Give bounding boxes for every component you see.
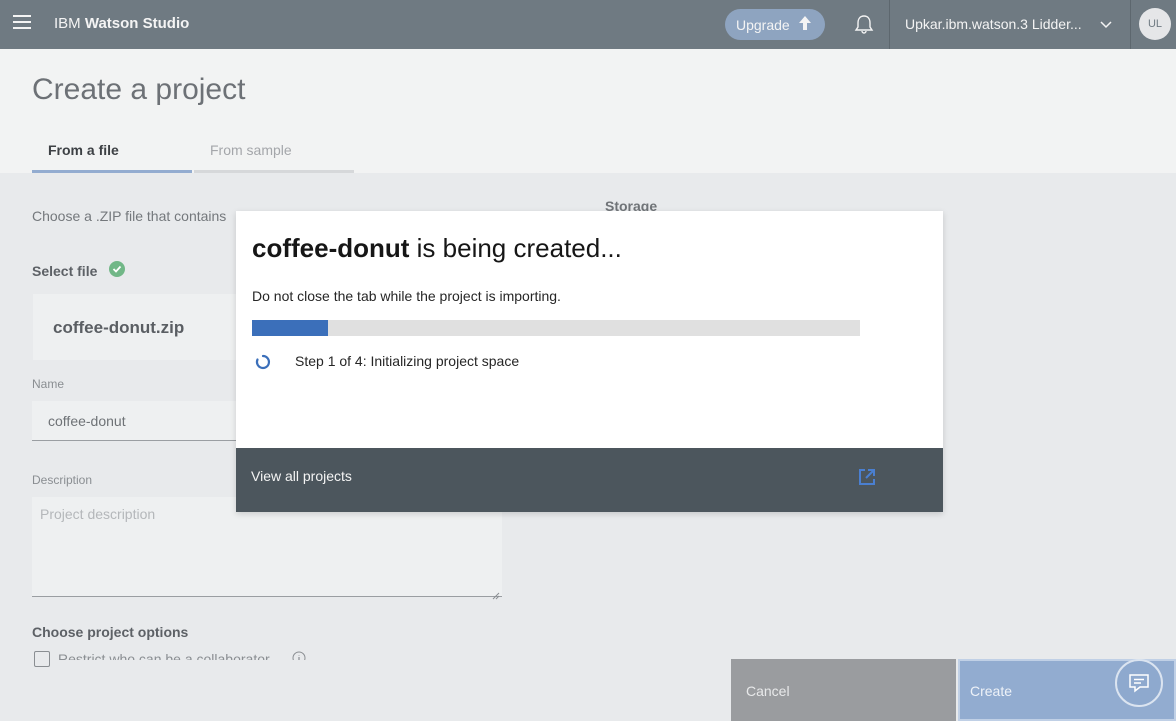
avatar[interactable]: UL <box>1139 8 1171 40</box>
description-field[interactable] <box>32 497 502 597</box>
view-all-projects-link[interactable]: View all projects <box>251 468 352 484</box>
progress-bar <box>252 320 860 336</box>
checkmark-icon <box>109 261 125 277</box>
hamburger-icon[interactable] <box>13 15 31 31</box>
modal-project-name: coffee-donut <box>252 233 410 263</box>
description-label: Description <box>32 473 93 487</box>
cancel-button[interactable]: Cancel <box>731 659 956 721</box>
header-divider <box>1130 0 1131 49</box>
tab-from-sample[interactable]: From sample <box>194 142 354 173</box>
progress-fill <box>252 320 328 336</box>
modal-subtitle: Do not close the tab while the project i… <box>252 288 561 304</box>
creating-project-modal: coffee-donut is being created... Do not … <box>236 211 943 512</box>
select-file-label: Select file <box>32 263 98 279</box>
modal-title-suffix: is being created... <box>409 233 622 263</box>
modal-footer: View all projects <box>236 448 943 512</box>
chat-icon[interactable] <box>1115 659 1163 707</box>
app-header: IBM Watson Studio Upgrade Upkar.ibm.wats… <box>0 0 1176 49</box>
info-icon[interactable] <box>292 651 306 660</box>
header-divider <box>889 0 890 49</box>
file-name: coffee-donut.zip <box>53 318 185 337</box>
upgrade-label: Upgrade <box>736 16 790 33</box>
restrict-collaborator-checkbox[interactable] <box>34 651 50 667</box>
name-label: Name <box>32 377 65 391</box>
upgrade-button[interactable]: Upgrade <box>725 9 825 40</box>
brand-name: Watson Studio <box>84 15 190 32</box>
tab-from-file[interactable]: From a file <box>32 142 192 173</box>
progress-step-text: Step 1 of 4: Initializing project space <box>295 353 520 369</box>
bell-icon[interactable] <box>853 13 875 35</box>
spinner-icon <box>255 354 271 370</box>
chevron-down-icon[interactable] <box>1100 17 1112 29</box>
upload-arrow-icon <box>798 15 812 35</box>
restrict-collaborator-label: Restrict who can be a collaborator <box>58 651 270 660</box>
account-switcher[interactable]: Upkar.ibm.watson.3 Lidder... <box>905 16 1082 32</box>
modal-title: coffee-donut is being created... <box>252 233 622 264</box>
page-title: Create a project <box>32 73 246 106</box>
resize-grip-icon[interactable] <box>492 587 500 600</box>
launch-icon[interactable] <box>857 467 877 487</box>
project-options-label: Choose project options <box>32 624 189 640</box>
brand-logo[interactable]: IBM Watson Studio <box>54 15 189 32</box>
choose-file-instructions: Choose a .ZIP file that contains <box>32 208 227 224</box>
brand-prefix: IBM <box>54 15 81 32</box>
